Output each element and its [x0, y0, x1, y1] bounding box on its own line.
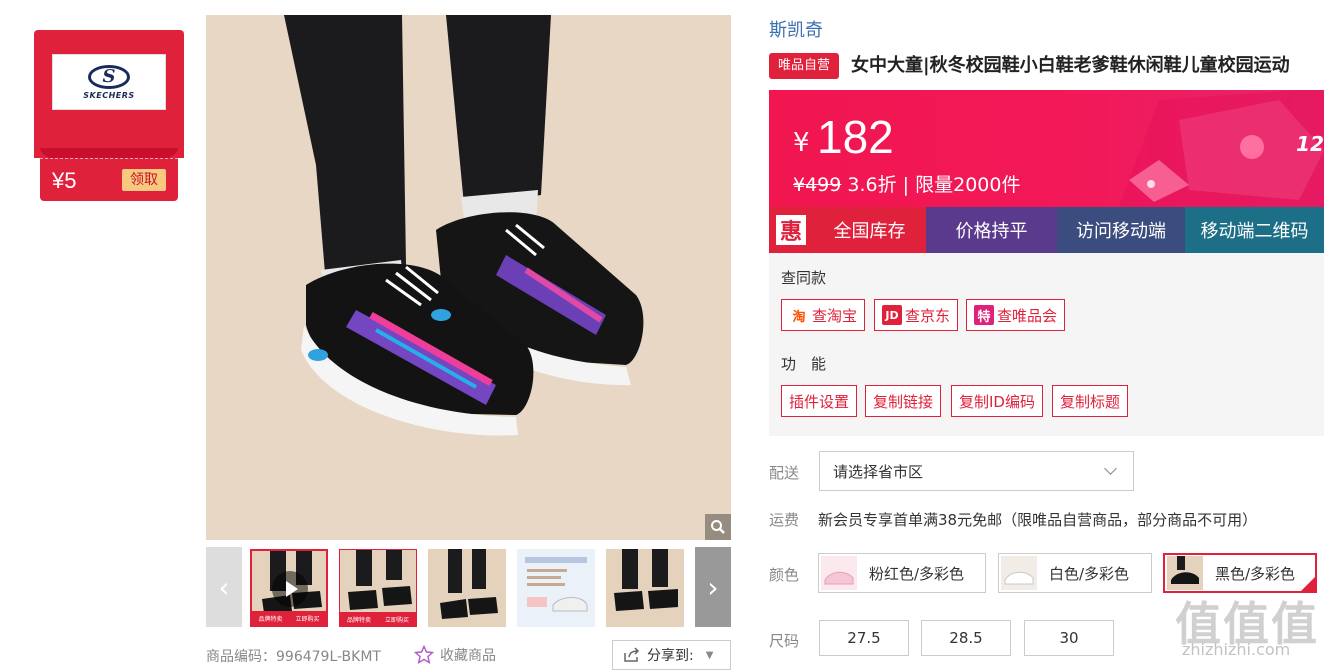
sku-label: 商品编码：: [206, 649, 276, 665]
band-right-text: 立即购买: [384, 616, 409, 624]
taobao-icon: 淘: [792, 309, 806, 325]
plugin-panel: 查同款 淘 查淘宝 JD 查京东 特 查唯品会 功 能 插件设置 复制链接 复制…: [769, 253, 1324, 436]
shipping-label: 运费: [769, 511, 800, 529]
band-right-text: 立即购买: [295, 615, 320, 623]
sku-value: 996479L-BKMT: [276, 649, 381, 665]
copy-id-button[interactable]: 复制ID编码: [951, 385, 1043, 417]
color-swatch: [821, 556, 857, 590]
banner-decoration: [1119, 90, 1324, 207]
size-option[interactable]: 27.5: [819, 620, 909, 656]
thumbnail-band: 品牌特卖 立即购买: [252, 611, 326, 625]
search-vip-label: 查唯品会: [997, 306, 1058, 325]
share-icon: [624, 647, 640, 662]
product-title: 女中大童|秋冬校园鞋小白鞋老爹鞋休闲鞋儿童校园运动: [851, 55, 1290, 76]
coupon-card[interactable]: S SKECHERS ¥5 领取: [34, 30, 184, 201]
vip-icon: 特: [974, 305, 994, 325]
product-sku: 商品编码：996479L-BKMT: [206, 646, 381, 666]
thumbnail-5[interactable]: [606, 549, 684, 627]
chevron-left-icon: ‹: [218, 570, 230, 604]
price-banner: ¥ 182 ¥499 3.6折 | 限量2000件 12: [769, 90, 1324, 207]
search-vip-button[interactable]: 特 查唯品会: [966, 299, 1066, 331]
band-left-text: 品牌特卖: [258, 615, 283, 623]
skechers-s-icon: S: [88, 64, 130, 89]
delivery-placeholder: 请选择省市区: [833, 462, 924, 481]
thumbnail-next-button[interactable]: ›: [695, 547, 731, 627]
coupon-take-button[interactable]: 领取: [122, 169, 166, 191]
chevron-down-icon: ▼: [705, 649, 714, 661]
jd-icon: JD: [882, 305, 902, 325]
functions-label: 功 能: [781, 355, 827, 373]
brand-link[interactable]: 斯凯奇: [769, 16, 823, 42]
price-currency: ¥: [793, 128, 810, 158]
shoe-photo-illustration: [206, 15, 731, 540]
search-taobao-label: 查淘宝: [812, 306, 858, 325]
delivery-region-select[interactable]: 请选择省市区: [819, 451, 1134, 491]
play-icon[interactable]: [272, 571, 308, 607]
compare-label: 查同款: [781, 269, 827, 287]
search-taobao-button[interactable]: 淘 查淘宝: [781, 299, 866, 331]
main-product-image[interactable]: [206, 15, 731, 540]
coupon-amount: ¥5: [52, 168, 77, 193]
toolbar-mobile-visit[interactable]: 访问移动端: [1057, 207, 1185, 253]
banner-right-number: 12: [1296, 132, 1324, 156]
thumbnail-image: [606, 549, 684, 627]
thumbnail-prev-button[interactable]: ‹: [206, 547, 242, 627]
search-jd-button[interactable]: JD 查京东: [874, 299, 959, 331]
color-option-pink[interactable]: 粉红色/多彩色: [818, 553, 986, 593]
discount-info: 3.6折 | 限量2000件: [847, 174, 1021, 196]
color-option-label: 黑色/多彩色: [1215, 564, 1296, 583]
toolbar-price-trend[interactable]: 价格持平: [926, 207, 1057, 253]
color-option-label: 白色/多彩色: [1049, 564, 1130, 583]
thumbnail-4[interactable]: [517, 549, 595, 627]
coupon-top: S SKECHERS: [34, 30, 184, 158]
plugin-settings-button[interactable]: 插件设置: [781, 385, 858, 417]
size-option[interactable]: 30: [1024, 620, 1114, 656]
hui-icon[interactable]: 惠: [769, 207, 813, 253]
self-operated-badge: 唯品自营: [769, 53, 839, 79]
delivery-label: 配送: [769, 464, 800, 482]
toolbar-mobile-qrcode[interactable]: 移动端二维码: [1185, 207, 1324, 253]
zoom-icon[interactable]: [705, 514, 731, 540]
size-option[interactable]: 28.5: [921, 620, 1011, 656]
logo-wordmark: SKECHERS: [83, 90, 135, 100]
star-icon: [414, 645, 434, 664]
watermark-url: zhizhizhi.com: [1182, 640, 1291, 659]
copy-link-button[interactable]: 复制链接: [865, 385, 942, 417]
thumbnail-image: [517, 549, 595, 627]
thumbnail-video[interactable]: 品牌特卖 立即购买: [250, 549, 328, 627]
size-label: 尺码: [769, 632, 800, 650]
favorite-label: 收藏商品: [440, 648, 496, 664]
original-price: ¥499: [793, 174, 842, 196]
shipping-info: 新会员专享首单满38元免邮（限唯品自营商品，部分商品不可用）: [818, 511, 1258, 529]
band-left-text: 品牌特卖: [346, 616, 371, 624]
color-label: 颜色: [769, 566, 800, 584]
copy-title-button[interactable]: 复制标题: [1052, 385, 1129, 417]
share-label: 分享到:: [647, 648, 694, 664]
color-option-black[interactable]: 黑色/多彩色: [1163, 553, 1317, 593]
toolbar-national-stock[interactable]: 全国库存: [813, 207, 926, 253]
favorite-button[interactable]: 收藏商品: [414, 645, 496, 665]
plugin-toolbar: 惠 全国库存 价格持平 访问移动端 移动端二维码: [769, 207, 1324, 253]
color-swatch: [1001, 556, 1037, 590]
color-swatch: [1167, 556, 1203, 590]
thumbnail-2[interactable]: 品牌特卖 立即购买: [339, 549, 417, 627]
chevron-down-icon: [1104, 462, 1117, 475]
share-button[interactable]: 分享到: ▼: [612, 640, 731, 670]
thumbnail-band: 品牌特卖 立即购买: [340, 612, 416, 626]
hui-icon-char: 惠: [776, 215, 806, 245]
chevron-right-icon: ›: [707, 570, 719, 604]
price-value: 182: [817, 111, 894, 163]
thumbnail-3[interactable]: [428, 549, 506, 627]
color-option-label: 粉红色/多彩色: [869, 564, 965, 583]
color-option-white[interactable]: 白色/多彩色: [998, 553, 1152, 593]
original-price-line: ¥499 3.6折 | 限量2000件: [793, 170, 1020, 197]
thumbnail-image: [428, 549, 506, 627]
skechers-logo: S SKECHERS: [52, 54, 166, 110]
search-jd-label: 查京东: [905, 306, 951, 325]
